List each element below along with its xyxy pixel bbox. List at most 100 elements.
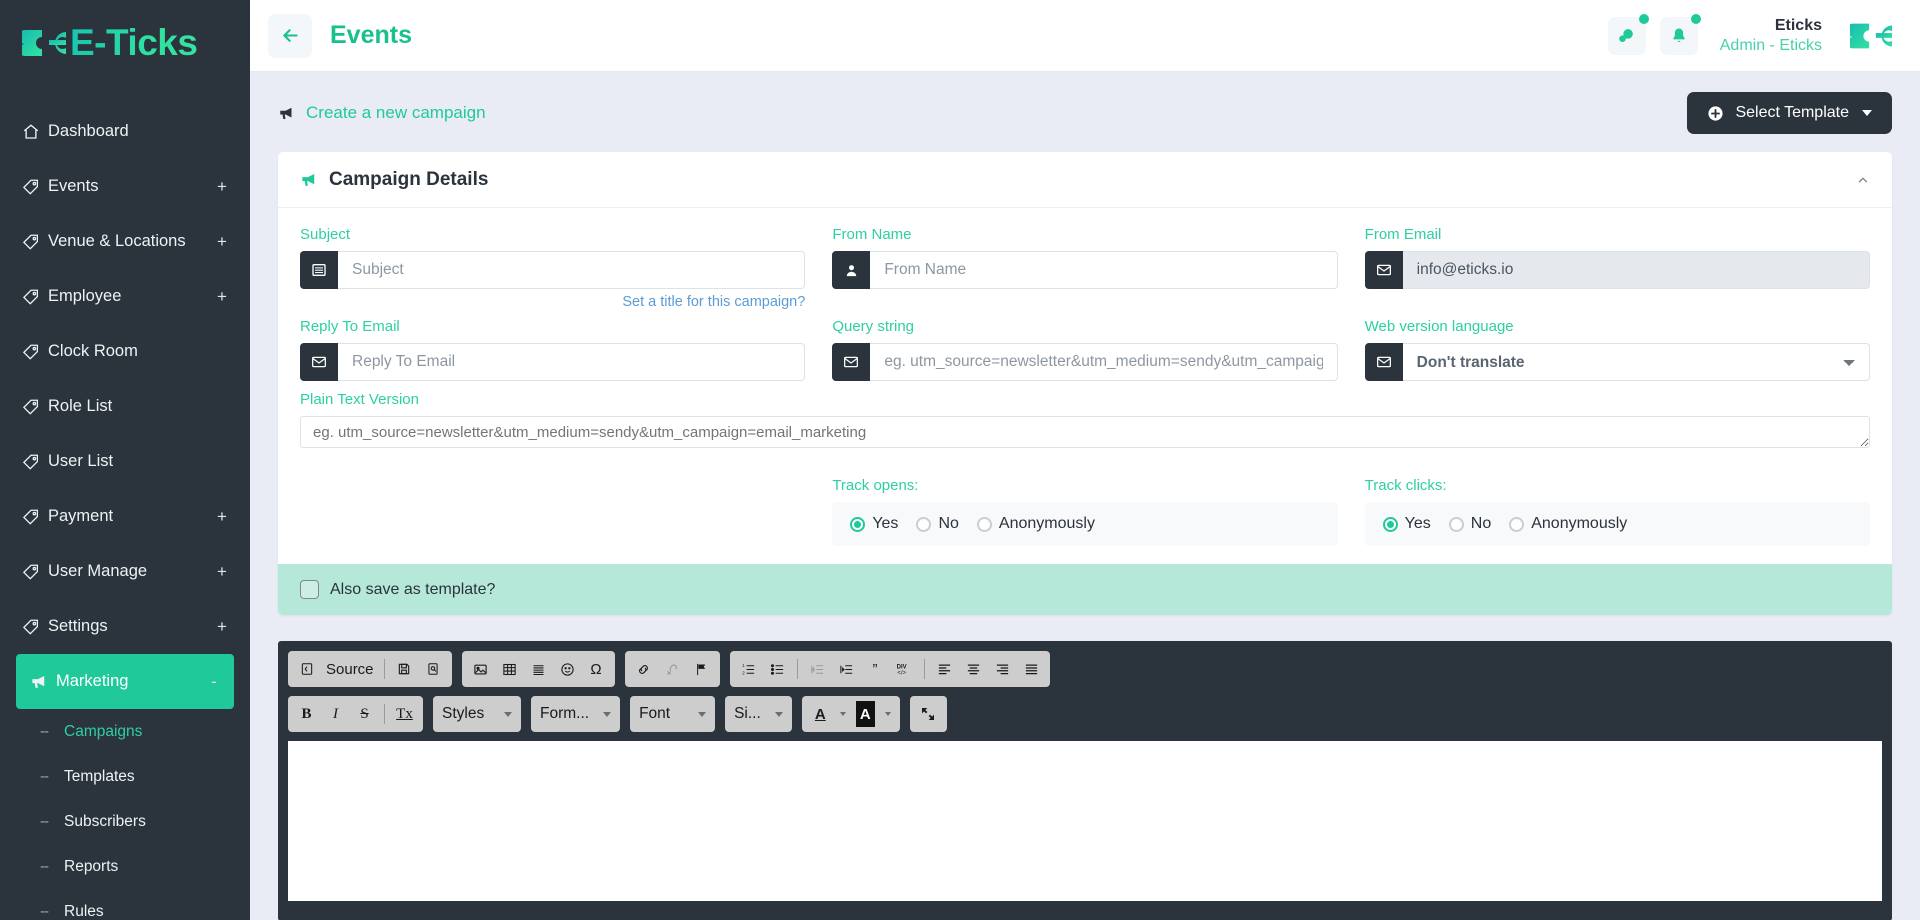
sidebar-subitem-rules[interactable]: -- Rules: [0, 889, 250, 920]
align-left-icon[interactable]: [935, 656, 954, 682]
eticks-logo-icon: [22, 22, 68, 64]
sidebar-item-venue-locations[interactable]: Venue & Locations +: [0, 214, 250, 269]
preview-icon[interactable]: [424, 656, 443, 682]
sidebar-expander[interactable]: +: [216, 617, 228, 637]
toolbar-group-paragraph: 12 ” DIV </>: [729, 651, 1050, 687]
set-title-link[interactable]: Set a title for this campaign?: [300, 294, 805, 310]
brand[interactable]: E-Ticks: [0, 0, 250, 86]
omega-special-char-icon[interactable]: Ω: [587, 656, 606, 682]
sidebar-expander[interactable]: +: [216, 232, 228, 252]
sidebar-subitem-subscribers[interactable]: -- Subscribers: [0, 799, 250, 844]
align-justify-icon[interactable]: [1022, 656, 1041, 682]
web-version-language-select[interactable]: Don't translate: [1402, 343, 1870, 381]
sidebar-item-payment[interactable]: Payment +: [0, 489, 250, 544]
sidebar-item-dashboard[interactable]: Dashboard: [0, 104, 250, 159]
remove-format-icon[interactable]: Tx: [395, 701, 414, 727]
source-icon[interactable]: [297, 656, 316, 682]
source-label[interactable]: Source: [326, 661, 374, 678]
sidebar-expander[interactable]: -: [208, 672, 220, 692]
user-info[interactable]: Eticks Admin - Eticks: [1720, 16, 1822, 56]
sidebar-expander[interactable]: +: [216, 287, 228, 307]
font-family-dropdown[interactable]: Font: [630, 696, 716, 732]
paragraph-format-dropdown[interactable]: Form...: [531, 696, 621, 732]
blockquote-icon[interactable]: ”: [866, 656, 885, 682]
background-color-icon[interactable]: A: [855, 701, 875, 727]
sidebar-item-clock-room[interactable]: Clock Room: [0, 324, 250, 379]
strikethrough-icon[interactable]: S: [355, 701, 374, 727]
maximize-icon[interactable]: [919, 701, 938, 727]
sidebar-item-employee[interactable]: Employee +: [0, 269, 250, 324]
chevron-down-icon[interactable]: [839, 712, 846, 716]
sidebar-expander[interactable]: +: [216, 562, 228, 582]
align-right-icon[interactable]: [993, 656, 1012, 682]
sidebar-item-user-manage[interactable]: User Manage +: [0, 544, 250, 599]
sidebar-item-label: User Manage: [48, 562, 148, 580]
tag-icon: [22, 398, 48, 416]
increase-indent-icon[interactable]: [837, 656, 856, 682]
chat-button[interactable]: [1607, 13, 1649, 55]
sidebar-expander[interactable]: +: [216, 507, 228, 527]
bell-icon: [1670, 27, 1688, 45]
home-icon: [22, 123, 48, 141]
sidebar-item-role-list[interactable]: Role List: [0, 379, 250, 434]
from-email-input[interactable]: [1402, 251, 1870, 289]
styles-dropdown[interactable]: Styles: [433, 696, 521, 732]
anchor-flag-icon[interactable]: [692, 656, 711, 682]
sidebar-expander[interactable]: +: [216, 177, 228, 197]
table-icon[interactable]: [500, 656, 519, 682]
font-size-dropdown[interactable]: Si...: [725, 696, 792, 732]
breadcrumb-row: Create a new campaign Select Template: [250, 72, 1920, 152]
track-clicks-no[interactable]: No: [1448, 515, 1491, 533]
editor-content-area[interactable]: [288, 741, 1882, 901]
plus-circle-icon: [1707, 105, 1724, 122]
sidebar-item-events[interactable]: Events +: [0, 159, 250, 214]
tracking-row: Track opens: Yes No Anonymously Track cl…: [300, 477, 1870, 554]
notifications-button[interactable]: [1659, 13, 1701, 55]
query-string-input[interactable]: [870, 343, 1338, 381]
numbered-list-icon[interactable]: 12: [739, 656, 758, 682]
track-opens-yes[interactable]: Yes: [850, 515, 898, 533]
track-clicks-yes[interactable]: Yes: [1382, 515, 1431, 533]
sidebar-item-settings[interactable]: Settings +: [0, 599, 250, 654]
sidebar-item-marketing[interactable]: Marketing -: [16, 654, 234, 709]
save-icon[interactable]: [395, 656, 414, 682]
horizontal-rule-icon[interactable]: [529, 656, 548, 682]
avatar[interactable]: [1850, 14, 1894, 58]
image-icon[interactable]: [471, 656, 490, 682]
chevron-down-icon[interactable]: [884, 712, 891, 716]
sidebar: E-Ticks Dashboard Events + Venue & Locat…: [0, 0, 250, 920]
sidebar-item-user-list[interactable]: User List: [0, 434, 250, 489]
breadcrumb[interactable]: Create a new campaign: [278, 103, 486, 123]
decrease-indent-icon[interactable]: [808, 656, 827, 682]
unlink-icon[interactable]: [663, 656, 682, 682]
align-center-icon[interactable]: [964, 656, 983, 682]
app-root: E-Ticks Dashboard Events + Venue & Locat…: [0, 0, 1920, 920]
bulleted-list-icon[interactable]: [768, 656, 787, 682]
track-clicks-anonymously[interactable]: Anonymously: [1509, 515, 1627, 533]
brand-text: E-Ticks: [70, 22, 198, 63]
sidebar-subitem-campaigns[interactable]: -- Campaigns: [0, 709, 250, 754]
select-template-button[interactable]: Select Template: [1687, 92, 1892, 134]
card-footer: Also save as template?: [278, 564, 1892, 615]
italic-icon[interactable]: I: [326, 701, 345, 727]
track-opens-anonymously[interactable]: Anonymously: [976, 515, 1095, 533]
from-name-input[interactable]: [870, 251, 1338, 289]
reply-to-email-input[interactable]: [338, 343, 806, 381]
back-button[interactable]: [268, 13, 312, 58]
link-icon[interactable]: [634, 656, 653, 682]
bold-icon[interactable]: B: [297, 701, 316, 727]
save-as-template-checkbox[interactable]: [300, 580, 319, 599]
smiley-icon[interactable]: [558, 656, 577, 682]
div-container-icon[interactable]: DIV </>: [895, 656, 914, 682]
paragraph-format-label: Form...: [540, 705, 590, 722]
plain-text-version-textarea[interactable]: [300, 416, 1870, 448]
track-opens-no[interactable]: No: [916, 515, 959, 533]
field-from-name: From Name: [832, 226, 1338, 310]
text-color-icon[interactable]: A: [811, 701, 830, 727]
subject-input[interactable]: [338, 251, 806, 289]
sidebar-subitem-templates[interactable]: -- Templates: [0, 754, 250, 799]
chevron-up-icon[interactable]: [1856, 173, 1870, 187]
sidebar-subitem-reports[interactable]: -- Reports: [0, 844, 250, 889]
rich-text-editor: Source Ω 1 2 ” DIV </> B I S Tx Styles F…: [278, 641, 1892, 920]
card-title: Campaign Details: [329, 168, 489, 190]
